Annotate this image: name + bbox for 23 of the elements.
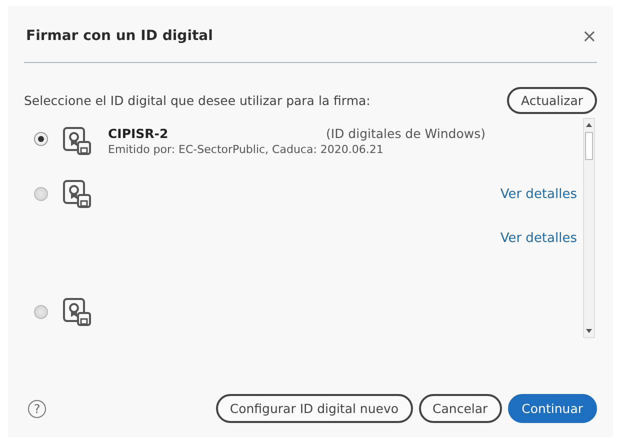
radio-button[interactable] [34,187,48,201]
scroll-thumb[interactable] [585,132,593,160]
certificate-icon [62,126,92,156]
scroll-down-icon[interactable] [586,328,592,334]
dialog-button[interactable]: Continuar [508,394,597,423]
close-button[interactable]: × [574,26,597,46]
dialog-button[interactable]: Configurar ID digital nuevo [216,394,413,423]
id-issuer: Emitido por: EC-SectorPublic, Caduca: 2020.06.21 [108,143,384,156]
view-details-link[interactable]: Ver detalles [500,186,577,202]
radio-button[interactable] [34,132,48,146]
certificate-icon [62,179,92,209]
help-button[interactable]: ? [28,400,46,418]
id-name: CIPISR-2 [108,126,170,141]
scrollbar[interactable] [583,118,595,338]
radio-button[interactable] [34,305,48,319]
dialog-button[interactable]: Cancelar [418,394,502,423]
dialog-title: Firmar con un ID digital [25,28,213,44]
certificate-icon [62,297,92,327]
refresh-button[interactable]: Actualizar [507,87,597,114]
scroll-up-icon[interactable] [586,122,592,128]
view-details-link[interactable]: Ver detalles [500,230,577,246]
id-store: (ID digitales de Windows) [326,126,486,141]
prompt-text: Seleccione el ID digital que desee utilizar para la firma: [24,93,370,108]
